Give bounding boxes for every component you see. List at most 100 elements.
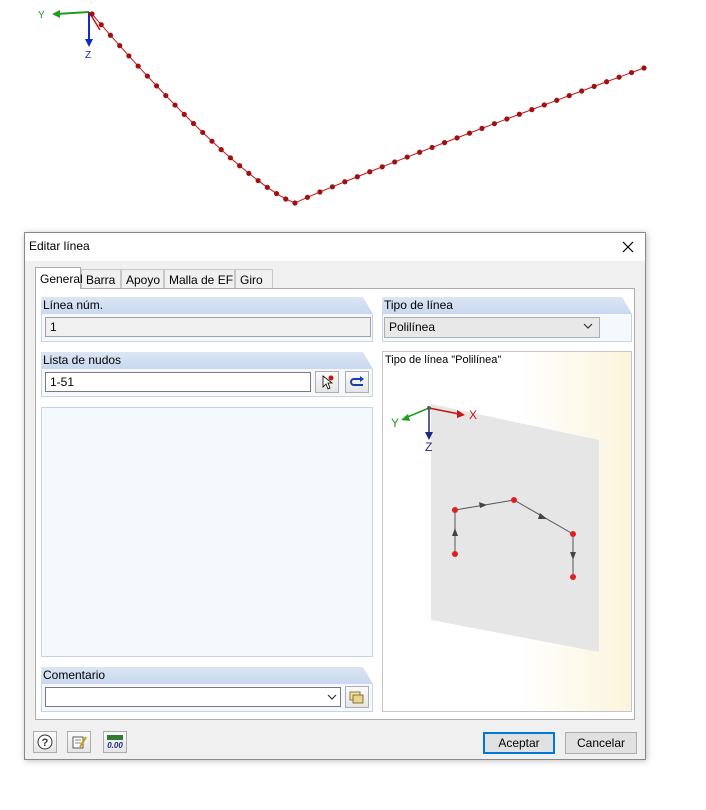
polyline-node[interactable]: [237, 163, 243, 169]
node-list-group: 1-51: [41, 369, 373, 397]
polyline-node[interactable]: [200, 129, 206, 136]
tab-giro[interactable]: Giro: [235, 269, 273, 288]
polyline-node[interactable]: [641, 65, 647, 71]
polyline-node[interactable]: [126, 53, 132, 59]
polyline-node[interactable]: [107, 32, 114, 38]
model-viewport[interactable]: Y Z: [0, 0, 706, 225]
polyline-node[interactable]: [566, 93, 572, 99]
polyline-node[interactable]: [283, 196, 289, 202]
pick-nodes-button[interactable]: [315, 371, 339, 393]
cancel-button[interactable]: Cancelar: [565, 732, 637, 754]
polyline-node[interactable]: [392, 159, 398, 165]
polyline-node[interactable]: [304, 194, 311, 200]
polyline-node[interactable]: [317, 189, 323, 195]
polyline-node[interactable]: [491, 121, 498, 127]
polyline-node[interactable]: [246, 170, 252, 176]
polyline-node[interactable]: [153, 83, 160, 89]
polyline-node[interactable]: [591, 83, 597, 89]
line-number-label: Línea núm.: [43, 298, 104, 312]
node-list-header: Lista de nudos: [41, 352, 373, 369]
cursor-pick-icon: [322, 375, 334, 390]
svg-text:0.00: 0.00: [107, 741, 123, 750]
polyline-node[interactable]: [117, 43, 123, 49]
line-number-field[interactable]: 1: [45, 317, 371, 337]
edit-button[interactable]: [67, 731, 91, 753]
polyline-node[interactable]: [516, 111, 522, 117]
polyline-node[interactable]: [454, 135, 460, 141]
polyline-node[interactable]: [172, 102, 178, 108]
polyline-node[interactable]: [181, 111, 187, 118]
polyline-node[interactable]: [404, 154, 410, 160]
loop-arrow-icon: [350, 376, 364, 386]
svg-text:?: ?: [42, 737, 49, 749]
close-button[interactable]: [617, 236, 639, 258]
polyline-node[interactable]: [554, 97, 560, 103]
polyline-node[interactable]: [529, 106, 535, 113]
chevron-down-icon: [327, 694, 337, 700]
polyline-node[interactable]: [367, 169, 373, 175]
edit-nodes-button[interactable]: [345, 371, 369, 393]
polyline-path[interactable]: [91, 13, 645, 204]
polyline-node[interactable]: [144, 73, 150, 79]
polyline-node[interactable]: [227, 155, 234, 161]
polyline-node[interactable]: [466, 130, 473, 136]
polyline-node[interactable]: [354, 174, 360, 180]
units-button[interactable]: 0.00: [103, 731, 127, 753]
comment-library-button[interactable]: [345, 686, 369, 708]
polyline-node[interactable]: [98, 22, 104, 28]
preview-axis-x: X: [469, 408, 478, 422]
tab-barra[interactable]: Barra: [81, 269, 121, 288]
polyline-node[interactable]: [273, 190, 280, 197]
help-button[interactable]: ?: [33, 731, 57, 753]
tab-apoyo[interactable]: Apoyo: [121, 269, 164, 288]
polyline-node[interactable]: [479, 125, 485, 131]
tab-general[interactable]: General: [35, 267, 83, 289]
preview-axis-y: Y: [391, 416, 400, 430]
line-type-preview: Tipo de línea "Polilínea" X Y Z: [382, 351, 632, 712]
dialog-title: Editar línea: [29, 239, 90, 253]
polyline-node[interactable]: [541, 102, 547, 108]
comment-group: [41, 684, 373, 712]
line-type-label: Tipo de línea: [384, 298, 453, 312]
polyline-node[interactable]: [417, 149, 423, 155]
preview-axis-z: Z: [425, 440, 433, 454]
polyline-node[interactable]: [342, 179, 348, 185]
node-list-input[interactable]: 1-51: [45, 372, 311, 392]
axis-y-label: Y: [38, 10, 45, 21]
polyline-node[interactable]: [89, 11, 95, 17]
title-bar: Editar línea: [25, 233, 645, 261]
comment-combobox[interactable]: [45, 687, 341, 707]
polyline-node[interactable]: [163, 92, 169, 99]
polyline-node[interactable]: [218, 147, 224, 153]
polyline-node[interactable]: [579, 88, 585, 94]
polyline-node[interactable]: [255, 177, 261, 184]
line-type-select[interactable]: Polilínea: [384, 317, 600, 338]
polyline-node[interactable]: [604, 79, 610, 85]
line-type-group: Polilínea: [382, 314, 632, 342]
tab-malla-de-ef[interactable]: Malla de EF: [164, 269, 235, 288]
units-icon: 0.00: [107, 735, 123, 750]
polyline-node[interactable]: [329, 184, 335, 190]
chevron-down-icon: [583, 323, 593, 329]
edit-icon: [72, 736, 87, 749]
polyline-node[interactable]: [209, 138, 215, 144]
polyline-node[interactable]: [628, 69, 635, 76]
polyline-drawing: [52, 10, 647, 206]
ok-button[interactable]: Aceptar: [483, 732, 555, 754]
empty-options-area: [41, 407, 373, 657]
polyline-node[interactable]: [616, 74, 622, 80]
polyline-node[interactable]: [292, 200, 298, 206]
polyline-preview-drawing: [401, 404, 599, 652]
polyline-node[interactable]: [429, 144, 435, 151]
polyline-node[interactable]: [441, 140, 448, 146]
polyline-node[interactable]: [379, 164, 385, 170]
node-list-label: Lista de nudos: [43, 353, 122, 367]
close-icon: [622, 241, 634, 253]
polyline-node[interactable]: [504, 116, 510, 122]
line-type-header: Tipo de línea: [382, 297, 632, 314]
line-number-group: 1: [41, 314, 373, 342]
line-type-value: Polilínea: [389, 320, 436, 334]
polyline-node[interactable]: [264, 184, 270, 190]
polyline-node[interactable]: [190, 120, 197, 127]
polyline-node[interactable]: [135, 63, 141, 69]
